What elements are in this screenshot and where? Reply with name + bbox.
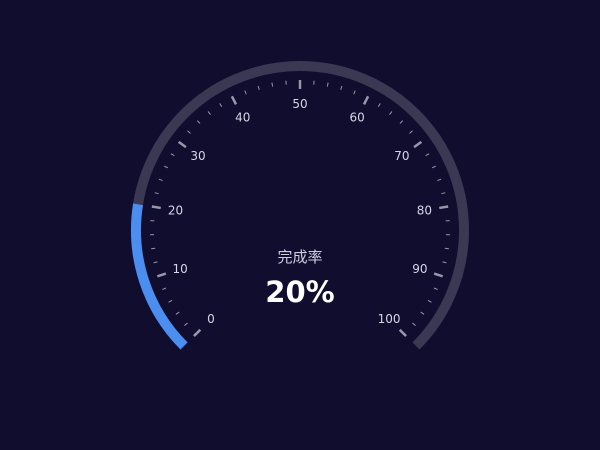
gauge-minor-tick bbox=[168, 299, 173, 303]
gauge-tick-label: 50 bbox=[292, 97, 307, 111]
gauge-tick-label: 80 bbox=[417, 203, 432, 217]
gauge-minor-tick bbox=[162, 287, 167, 291]
gauge-minor-tick bbox=[389, 111, 393, 115]
gauge-major-tick bbox=[439, 205, 449, 210]
gauge-minor-tick bbox=[244, 90, 247, 95]
gauge-name: 完成率 bbox=[277, 248, 322, 266]
gauge-minor-tick bbox=[158, 178, 163, 182]
gauge-minor-tick bbox=[184, 322, 188, 326]
gauge-major-tick bbox=[362, 95, 370, 105]
gauge-minor-tick bbox=[442, 261, 447, 264]
gauge-minor-tick bbox=[154, 192, 159, 195]
gauge-minor-tick bbox=[153, 261, 158, 264]
gauge-minor-tick bbox=[409, 130, 413, 134]
gauge-minor-tick bbox=[271, 82, 274, 87]
gauge-minor-tick bbox=[425, 153, 430, 157]
gauge-minor-tick bbox=[175, 311, 180, 315]
gauge-major-tick bbox=[151, 205, 161, 210]
gauge-minor-tick bbox=[441, 192, 446, 195]
gauge-minor-tick bbox=[399, 120, 404, 124]
gauge-tick-label: 70 bbox=[394, 149, 409, 163]
gauge-major-tick bbox=[193, 328, 202, 337]
gauge-tick-label: 0 bbox=[207, 312, 215, 326]
gauge-major-tick bbox=[433, 272, 444, 278]
gauge-minor-tick bbox=[196, 120, 201, 124]
gauge-minor-tick bbox=[431, 165, 436, 169]
gauge-tick-label: 30 bbox=[190, 149, 205, 163]
gauge-chart: 0 10 20 30 40 50 60 70 80 90 100 完成率 20% bbox=[131, 61, 469, 350]
gauge-minor-tick bbox=[170, 153, 175, 157]
gauge-value: 20% bbox=[265, 275, 334, 309]
gauge-minor-tick bbox=[207, 111, 211, 115]
gauge-tick-label: 60 bbox=[350, 111, 365, 125]
gauge-major-tick bbox=[398, 328, 407, 337]
gauge-major-tick bbox=[177, 140, 187, 149]
gauge-minor-tick bbox=[427, 299, 432, 303]
gauge-minor-tick bbox=[151, 247, 156, 250]
gauge-major-tick bbox=[230, 95, 238, 105]
gauge-minor-tick bbox=[377, 103, 381, 107]
gauge-tick-label: 20 bbox=[168, 203, 183, 217]
gauge-minor-tick bbox=[444, 247, 449, 250]
gauge-major-tick bbox=[156, 272, 167, 278]
gauge-minor-tick bbox=[219, 103, 223, 107]
gauge-tick-label: 100 bbox=[378, 312, 401, 326]
gauge-minor-tick bbox=[353, 90, 356, 95]
gauge-minor-tick bbox=[187, 130, 191, 134]
gauge-minor-tick bbox=[340, 85, 343, 90]
gauge-major-tick bbox=[413, 140, 423, 149]
gauge-minor-tick bbox=[412, 322, 416, 326]
gauge-minor-tick bbox=[433, 287, 438, 291]
gauge-minor-tick bbox=[326, 82, 329, 87]
gauge-minor-tick bbox=[420, 311, 425, 315]
gauge-tick-label: 90 bbox=[412, 262, 427, 276]
gauge-minor-tick bbox=[164, 165, 169, 169]
gauge-tick-label: 40 bbox=[235, 111, 250, 125]
gauge-minor-tick bbox=[437, 178, 442, 182]
gauge-tick-label: 10 bbox=[173, 262, 188, 276]
gauge-minor-tick bbox=[257, 85, 260, 90]
